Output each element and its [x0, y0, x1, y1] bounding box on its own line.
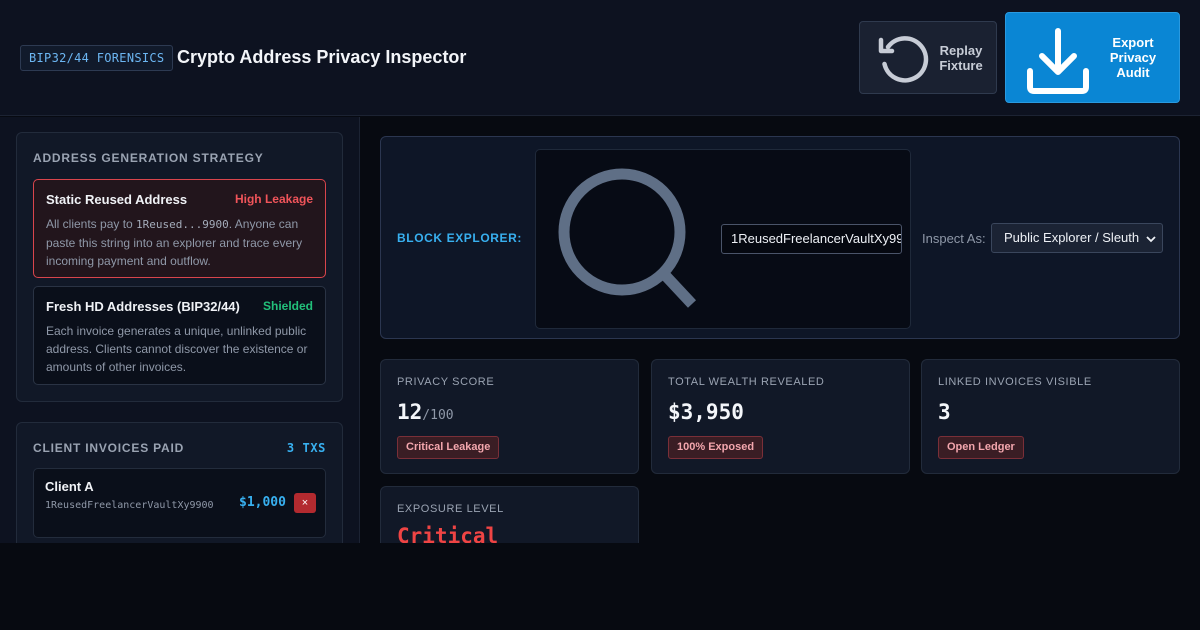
- page-background: [0, 543, 1200, 630]
- status-badge: Critical Leakage: [397, 436, 500, 459]
- leakage-status: High Leakage: [234, 192, 313, 206]
- linked-invoices-card: LINKED INVOICES VISIBLE 3 Open Ledger: [921, 359, 1180, 474]
- inspect-as-label: Inspect As:: [922, 231, 986, 246]
- inspect-as-select[interactable]: Public Explorer / Sleuth: [991, 223, 1163, 253]
- invoice-amount: $1,000: [239, 495, 286, 510]
- privacy-score-value: 12/100: [397, 400, 454, 424]
- export-privacy-audit-button[interactable]: Export Privacy Audit: [1005, 12, 1180, 103]
- address-search-input[interactable]: 1ReusedFreelancerVaultXy9900: [721, 224, 902, 254]
- client-address: 1ReusedFreelancerVaultXy9900: [45, 500, 214, 511]
- strategy-panel: ADDRESS GENERATION STRATEGY Static Reuse…: [16, 132, 343, 402]
- block-explorer-panel: BLOCK EXPLORER: 1ReusedFreelancerVaultXy…: [380, 136, 1180, 339]
- forensics-tag: BIP32/44 FORENSICS: [20, 45, 174, 71]
- status-badge: 100% Exposed: [668, 436, 764, 459]
- remove-invoice-button[interactable]: ×: [294, 493, 316, 513]
- export-privacy-audit-label: Export Privacy Audit: [1109, 35, 1157, 80]
- wealth-revealed-label: TOTAL WEALTH REVEALED: [668, 376, 825, 388]
- status-badge: Open Ledger: [938, 436, 1024, 459]
- shielded-status: Shielded: [262, 299, 313, 313]
- replay-fixture-button[interactable]: Replay Fixture: [859, 21, 997, 94]
- strategy-option-description: Each invoice generates a unique, unlinke…: [46, 324, 308, 374]
- inspect-as-selected: Public Explorer / Sleuth: [1004, 230, 1140, 245]
- download-icon: [1027, 28, 1089, 94]
- chevron-down-icon: [1146, 236, 1156, 243]
- search-icon: [558, 168, 697, 308]
- strategy-option-static-reused[interactable]: Static Reused Address High Leakage All c…: [33, 179, 326, 278]
- client-invoices-title: CLIENT INVOICES PAID: [33, 441, 185, 455]
- block-explorer-label: BLOCK EXPLORER:: [397, 231, 523, 245]
- strategy-option-name: Fresh HD Addresses (BIP32/44): [46, 299, 240, 314]
- strategy-panel-title: ADDRESS GENERATION STRATEGY: [33, 151, 264, 165]
- wealth-revealed-value: $3,950: [668, 400, 744, 424]
- privacy-score-label: PRIVACY SCORE: [397, 376, 495, 388]
- exposure-level-label: EXPOSURE LEVEL: [397, 503, 504, 515]
- strategy-option-description: All clients pay to 1Reused...9900. Anyon…: [46, 217, 303, 268]
- privacy-score-card: PRIVACY SCORE 12/100 Critical Leakage: [380, 359, 639, 474]
- exposure-level-card: EXPOSURE LEVEL Critical: [380, 486, 639, 543]
- page-title: Crypto Address Privacy Inspector: [177, 47, 467, 67]
- sidebar: ADDRESS GENERATION STRATEGY Static Reuse…: [0, 117, 360, 543]
- exposure-level-value: Critical: [397, 524, 499, 543]
- refresh-icon: [878, 36, 929, 83]
- explorer-search-area: 1ReusedFreelancerVaultXy9900: [535, 149, 911, 329]
- app-header: BIP32/44 FORENSICS Crypto Address Privac…: [0, 0, 1200, 116]
- strategy-option-fresh-hd[interactable]: Fresh HD Addresses (BIP32/44) Shielded E…: [33, 286, 326, 385]
- replay-fixture-label: Replay Fixture: [939, 43, 983, 73]
- client-name: Client A: [45, 479, 94, 494]
- client-invoices-panel: CLIENT INVOICES PAID 3 TXS Client A 1Reu…: [16, 422, 343, 543]
- strategy-option-name: Static Reused Address: [46, 192, 188, 207]
- linked-invoices-value: 3: [938, 400, 951, 424]
- linked-invoices-label: LINKED INVOICES VISIBLE: [938, 376, 1092, 388]
- wealth-revealed-card: TOTAL WEALTH REVEALED $3,950 100% Expose…: [651, 359, 910, 474]
- transaction-count: 3 TXS: [286, 441, 326, 455]
- list-item: Client A 1ReusedFreelancerVaultXy9900 $1…: [33, 468, 326, 538]
